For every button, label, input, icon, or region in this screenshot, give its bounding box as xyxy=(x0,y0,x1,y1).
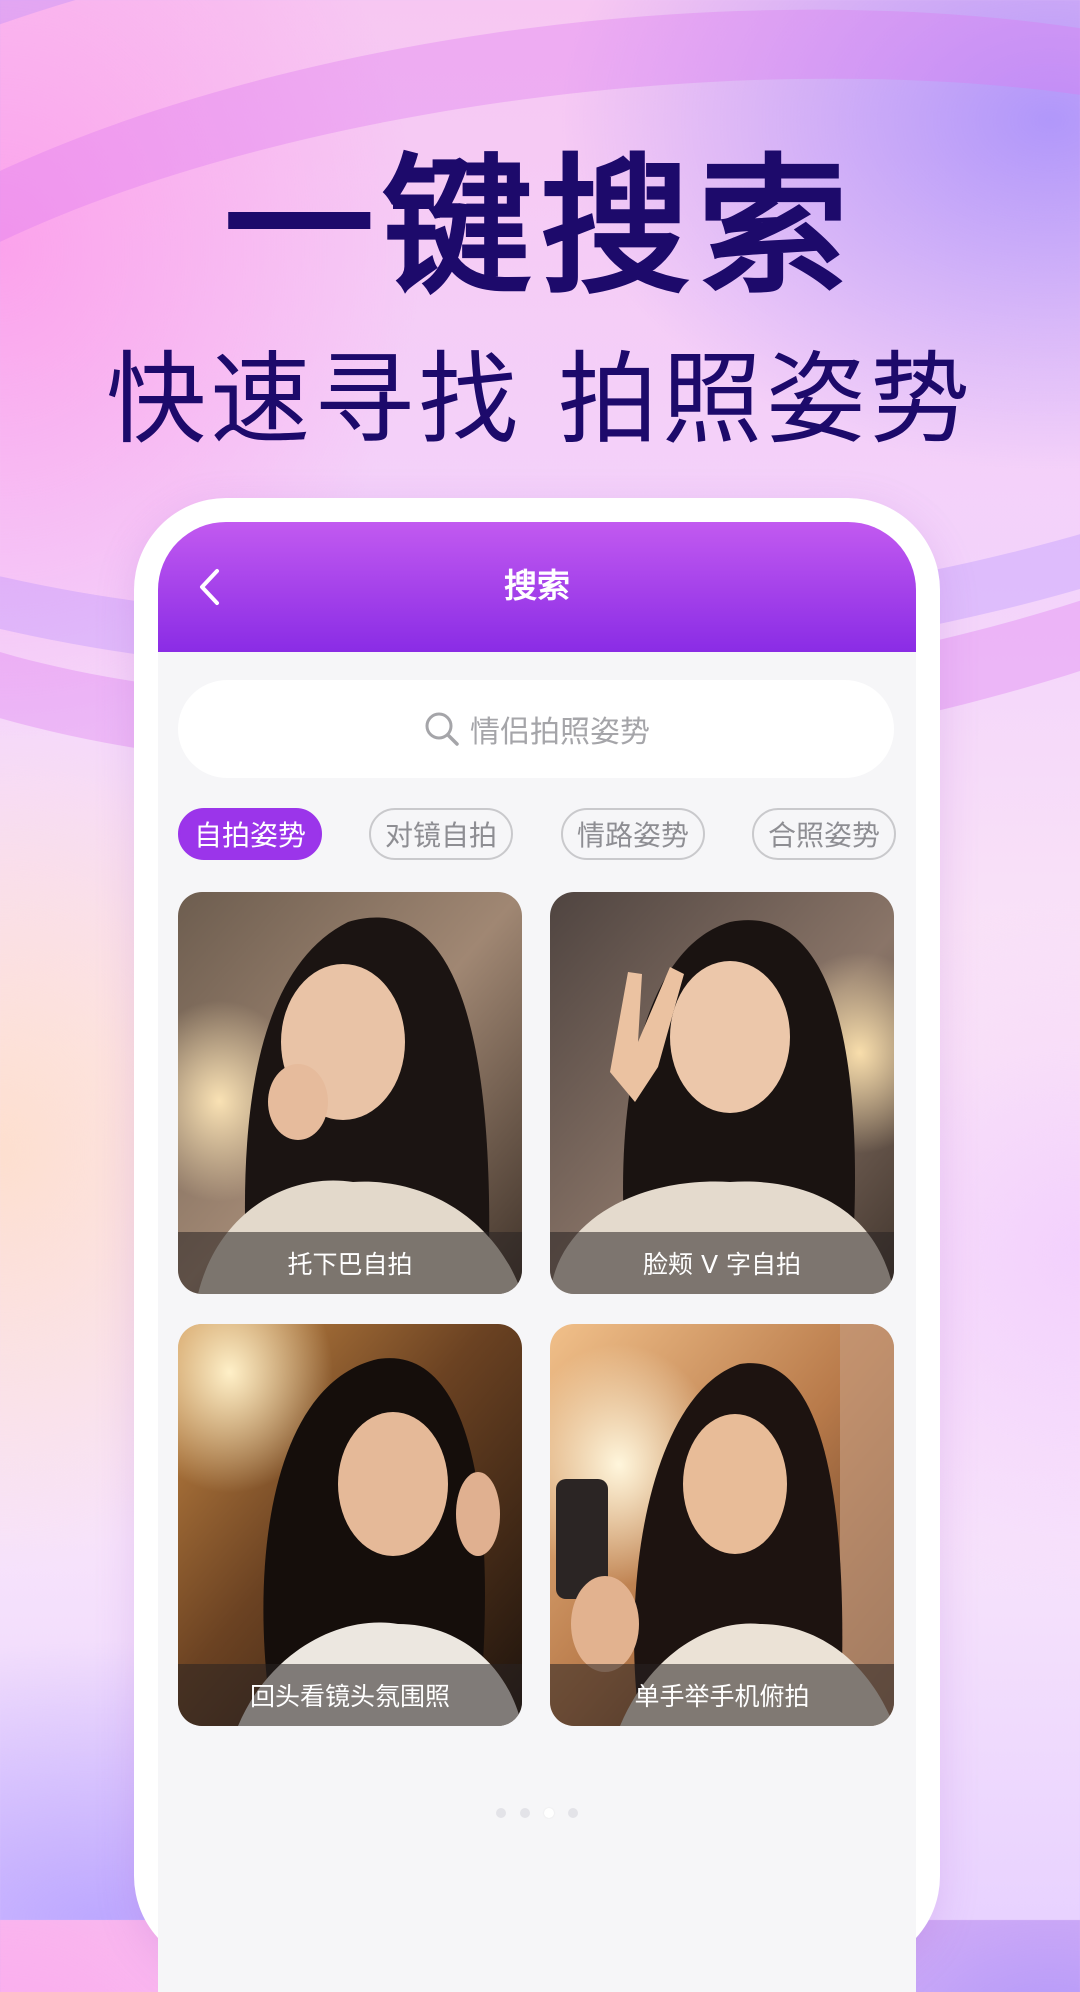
page-title: 搜索 xyxy=(504,566,570,605)
search-icon xyxy=(425,712,459,746)
page-dot-active xyxy=(544,1808,554,1818)
pose-card[interactable]: 回头看镜头氛围照 xyxy=(178,1324,522,1726)
search-input[interactable]: 情侣拍照姿势 xyxy=(178,680,894,778)
app-screen: 搜索 情侣拍照姿势 自拍姿势 对镜自拍 情路姿势 合照姿势 托下巴自拍 脸颊 V… xyxy=(158,522,916,1992)
tab-selfie-pose[interactable]: 自拍姿势 xyxy=(178,808,322,860)
page-dot xyxy=(496,1808,506,1818)
pose-card[interactable]: 单手举手机俯拍 xyxy=(550,1324,894,1726)
promo-headline: 一键搜索 xyxy=(223,141,856,315)
tab-group-pose[interactable]: 合照姿势 xyxy=(752,808,896,860)
app-bar: 搜索 xyxy=(158,522,916,652)
pose-caption: 托下巴自拍 xyxy=(178,1232,522,1294)
tab-mirror-selfie[interactable]: 对镜自拍 xyxy=(369,808,513,860)
pose-caption: 脸颊 V 字自拍 xyxy=(550,1232,894,1294)
pose-caption: 单手举手机俯拍 xyxy=(550,1664,894,1726)
page-dot xyxy=(520,1808,530,1818)
page-indicator xyxy=(158,1808,916,1818)
search-placeholder: 情侣拍照姿势 xyxy=(470,715,650,750)
promo-subheadline: 快速寻找 拍照姿势 xyxy=(106,341,974,458)
pose-card[interactable]: 托下巴自拍 xyxy=(178,892,522,1294)
phone-frame: 搜索 情侣拍照姿势 自拍姿势 对镜自拍 情路姿势 合照姿势 托下巴自拍 脸颊 V… xyxy=(134,498,940,1992)
tab-couple-pose[interactable]: 情路姿势 xyxy=(561,808,705,860)
category-tabs: 自拍姿势 对镜自拍 情路姿势 合照姿势 xyxy=(178,808,896,860)
pose-caption: 回头看镜头氛围照 xyxy=(178,1664,522,1726)
page-dot xyxy=(568,1808,578,1818)
pose-card[interactable]: 脸颊 V 字自拍 xyxy=(550,892,894,1294)
